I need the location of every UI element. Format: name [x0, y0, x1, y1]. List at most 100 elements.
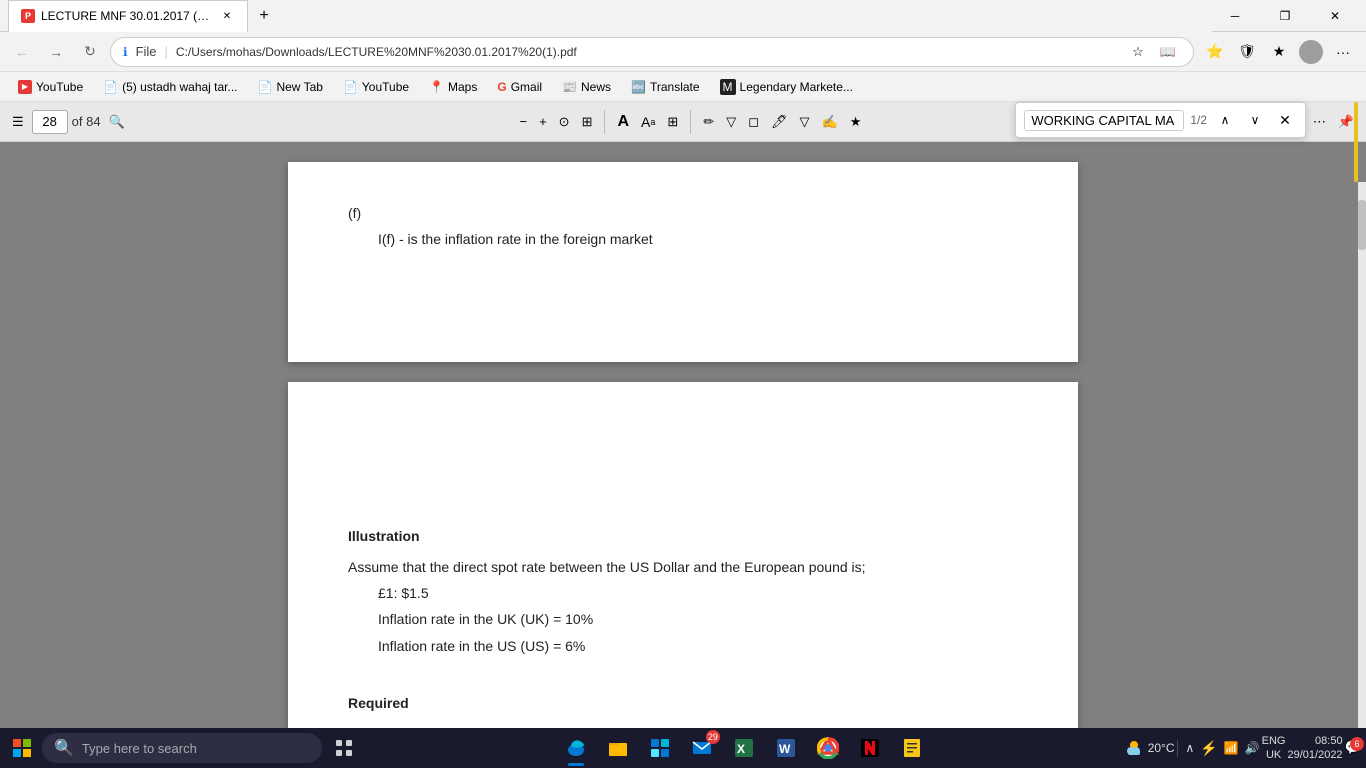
- back-button[interactable]: ←: [8, 38, 36, 66]
- zoom-in-button[interactable]: +: [535, 108, 551, 136]
- netflix-icon: [859, 737, 881, 759]
- pdf-content[interactable]: (f) I(f) - is the inflation rate in the …: [0, 142, 1366, 728]
- pdf-section-blank: [348, 422, 1018, 444]
- browser-essentials-button[interactable]: 🛡: [1232, 37, 1262, 67]
- netflix-button[interactable]: [850, 728, 890, 768]
- fit-page-button[interactable]: ⊙: [555, 108, 574, 136]
- page-total: of 84: [72, 114, 101, 129]
- settings-button[interactable]: ···: [1328, 37, 1358, 67]
- translate-icon: 🔤: [631, 80, 646, 94]
- find-prev-button[interactable]: ∧: [1213, 108, 1237, 132]
- favorites-button[interactable]: ★: [1264, 37, 1294, 67]
- edge-app-button[interactable]: [556, 728, 596, 768]
- read-mode-button[interactable]: 📖: [1155, 39, 1181, 65]
- minimize-button[interactable]: ─: [1212, 0, 1258, 32]
- more-button[interactable]: ⋯: [1309, 108, 1330, 136]
- chrome-icon: [817, 737, 839, 759]
- language-indicator[interactable]: ENG UK: [1262, 734, 1286, 763]
- comment-button[interactable]: 🖊: [767, 108, 792, 136]
- legendary-icon: M: [720, 79, 736, 95]
- new-tab-button[interactable]: +: [248, 0, 280, 32]
- address-bar-row: ← → ↻ ℹ File | C:/Users/mohas/Downloads/…: [0, 32, 1366, 72]
- word-button[interactable]: W: [766, 728, 806, 768]
- find-close-button[interactable]: ✕: [1273, 108, 1297, 132]
- bookmark-newtab[interactable]: 📄 New Tab: [250, 78, 331, 96]
- page-number-input[interactable]: [32, 110, 68, 134]
- svg-text:W: W: [779, 742, 791, 756]
- erase-button[interactable]: ◻: [744, 108, 763, 136]
- file-label: File: [136, 44, 157, 59]
- bookmark-youtube2[interactable]: 📄 YouTube: [335, 78, 417, 96]
- toggle-sidebar-button[interactable]: ☰: [8, 108, 28, 136]
- annotate-button[interactable]: ✍: [818, 108, 842, 136]
- pdf-page-main: Illustration Assume that the direct spot…: [288, 382, 1078, 728]
- speaker-icon[interactable]: 🔊: [1245, 741, 1260, 755]
- svg-text:X: X: [737, 742, 745, 756]
- weather-temp: 20°C: [1148, 741, 1175, 755]
- youtube-icon: ▶: [18, 80, 32, 94]
- bookmark-youtube1[interactable]: ▶ YouTube: [10, 78, 91, 96]
- stamp-button[interactable]: ★: [846, 108, 866, 136]
- bluetooth-icon[interactable]: ⚡: [1200, 740, 1217, 757]
- pdf-exchange-rate: £1: $1.5: [378, 582, 1018, 604]
- zoom-out-button[interactable]: −: [515, 108, 531, 136]
- text-tool2-button[interactable]: Aa: [637, 108, 659, 136]
- pdf-line: (f): [348, 202, 1018, 224]
- bookmark-translate[interactable]: 🔤 Translate: [623, 78, 708, 96]
- address-actions: ☆ 📖: [1125, 39, 1181, 65]
- bookmark-gmail[interactable]: G Gmail: [489, 78, 550, 96]
- pdf-required-heading: Required: [348, 692, 1018, 714]
- account-button[interactable]: [1296, 37, 1326, 67]
- pdf-page-top-content: (f) I(f) - is the inflation rate in the …: [348, 202, 1018, 251]
- bookmark-news[interactable]: 📰 News: [554, 78, 619, 96]
- pdf-blank: [348, 665, 1018, 687]
- page-view-button[interactable]: ⊞: [578, 108, 597, 136]
- tab-close-button[interactable]: ✕: [219, 8, 235, 24]
- bookmark-ustadh[interactable]: 📄 (5) ustadh wahaj tar...: [95, 78, 245, 96]
- text-tool-button[interactable]: A: [613, 108, 633, 136]
- pdf-section-blank3: [348, 491, 1018, 513]
- start-button[interactable]: [4, 730, 40, 766]
- chevron-up-icon[interactable]: ∧: [1186, 741, 1195, 755]
- view-mode-button[interactable]: ⊞: [663, 108, 682, 136]
- draw-button[interactable]: ✏: [699, 108, 718, 136]
- store-button[interactable]: [640, 728, 680, 768]
- close-button[interactable]: ✕: [1312, 0, 1358, 32]
- comment2-button[interactable]: ▽: [796, 108, 814, 136]
- draw2-button[interactable]: ▽: [722, 108, 740, 136]
- collections-button[interactable]: ⭐: [1200, 37, 1230, 67]
- file-explorer-button[interactable]: [598, 728, 638, 768]
- notification-area[interactable]: 💬 6: [1345, 739, 1362, 757]
- maximize-button[interactable]: ❐: [1262, 0, 1308, 32]
- forward-button[interactable]: →: [42, 38, 70, 66]
- find-next-button[interactable]: ∨: [1243, 108, 1267, 132]
- bookmark-label: Gmail: [511, 80, 542, 94]
- bookmark-star-button[interactable]: ☆: [1125, 39, 1151, 65]
- task-view-icon: [334, 738, 354, 758]
- mail-app-button[interactable]: 29: [682, 728, 722, 768]
- refresh-button[interactable]: ↻: [76, 38, 104, 66]
- bookmark-maps[interactable]: 📍 Maps: [421, 78, 485, 96]
- color-strip: [1354, 102, 1358, 182]
- system-clock[interactable]: 08:50 29/01/2022: [1288, 734, 1343, 763]
- address-bar[interactable]: ℹ File | C:/Users/mohas/Downloads/LECTUR…: [110, 37, 1194, 67]
- chrome-button[interactable]: [808, 728, 848, 768]
- weather-widget[interactable]: 20°C: [1124, 738, 1175, 758]
- right-scrollbar-thumb[interactable]: [1358, 200, 1366, 250]
- notes-button[interactable]: [892, 728, 932, 768]
- doc-icon: 📄: [343, 80, 358, 94]
- bookmark-legendary[interactable]: M Legendary Markete...: [712, 77, 861, 97]
- bookmark-label: Maps: [448, 80, 477, 94]
- bookmark-label: (5) ustadh wahaj tar...: [122, 80, 237, 94]
- task-view-button[interactable]: [324, 728, 364, 768]
- right-scrollbar[interactable]: [1358, 182, 1366, 728]
- clock-time: 08:50: [1288, 734, 1343, 748]
- excel-button[interactable]: X: [724, 728, 764, 768]
- pdf-search-button[interactable]: 🔍: [105, 108, 129, 136]
- taskbar-search[interactable]: 🔍 Type here to search: [42, 733, 322, 763]
- find-input[interactable]: [1024, 110, 1184, 131]
- bookmark-label: New Tab: [276, 80, 322, 94]
- network-icon[interactable]: 📶: [1224, 741, 1239, 755]
- tab-favicon: P: [21, 9, 35, 23]
- browser-tab[interactable]: P LECTURE MNF 30.01.2017 (1).pdf ✕: [8, 0, 248, 32]
